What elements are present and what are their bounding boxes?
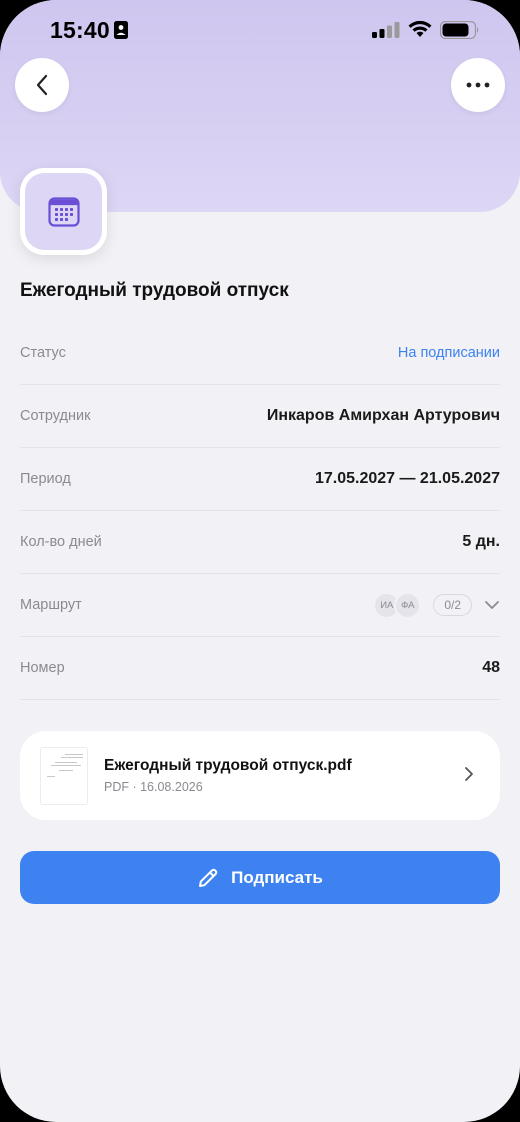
status-value: На подписании xyxy=(397,345,500,361)
more-button[interactable] xyxy=(451,58,505,112)
file-meta: PDF · 16.08.2026 xyxy=(104,780,203,794)
employee-label: Сотрудник xyxy=(20,408,91,424)
details-list: Статус На подписании Сотрудник Инкаров А… xyxy=(20,322,500,700)
file-thumbnail xyxy=(40,746,88,805)
document-type-badge xyxy=(20,168,107,255)
battery-icon xyxy=(440,21,479,39)
period-value: 17.05.2027 — 21.05.2027 xyxy=(314,470,500,487)
chevron-right-icon xyxy=(465,767,473,781)
status-label: Статус xyxy=(20,345,66,361)
file-name: Ежегодный трудовой отпуск.pdf xyxy=(104,757,352,774)
back-button[interactable] xyxy=(15,58,69,112)
wifi-icon xyxy=(408,20,432,37)
detail-row-number: Номер 48 xyxy=(20,637,500,700)
detail-row-route[interactable]: Маршрут ИА ФА 0/2 xyxy=(20,574,500,637)
detail-row-status: Статус На подписании xyxy=(20,322,500,385)
days-label: Кол-во дней xyxy=(20,534,102,550)
document-type-badge-inner xyxy=(25,173,102,250)
route-expand-button[interactable] xyxy=(484,600,500,610)
more-horizontal-icon xyxy=(466,82,490,88)
chevron-left-icon xyxy=(36,74,48,96)
route-progress-badge: 0/2 xyxy=(433,594,472,616)
status-time: 15:40 xyxy=(50,17,110,43)
detail-row-employee: Сотрудник Инкаров Амирхан Артурович xyxy=(20,385,500,448)
route-label: Маршрут xyxy=(20,597,82,613)
sign-button-label: Подписать xyxy=(231,867,323,887)
cellular-signal-icon xyxy=(372,22,400,38)
pencil-icon xyxy=(199,868,218,887)
page-title: Ежегодный трудовой отпуск xyxy=(20,280,289,301)
file-attachment-card[interactable]: Ежегодный трудовой отпуск.pdf PDF · 16.0… xyxy=(20,731,500,820)
sign-button[interactable]: Подписать xyxy=(20,851,500,904)
employee-value: Инкаров Амирхан Артурович xyxy=(266,407,500,424)
phone-screen: 15:40 Ежегодный трудовой отпуск Статус Н… xyxy=(0,0,520,1122)
approver-avatar: ФА xyxy=(394,591,422,619)
file-info: Ежегодный трудовой отпуск.pdf PDF · 16.0… xyxy=(104,757,500,794)
id-card-icon xyxy=(114,21,128,39)
route-summary[interactable]: ИА ФА 0/2 xyxy=(373,591,500,619)
days-value: 5 дн. xyxy=(462,533,500,550)
number-label: Номер xyxy=(20,660,65,676)
detail-row-days: Кол-во дней 5 дн. xyxy=(20,511,500,574)
number-value: 48 xyxy=(482,659,500,676)
detail-row-period: Период 17.05.2027 — 21.05.2027 xyxy=(20,448,500,511)
period-label: Период xyxy=(20,471,71,487)
calendar-icon xyxy=(47,196,80,227)
chevron-down-icon xyxy=(485,601,499,609)
